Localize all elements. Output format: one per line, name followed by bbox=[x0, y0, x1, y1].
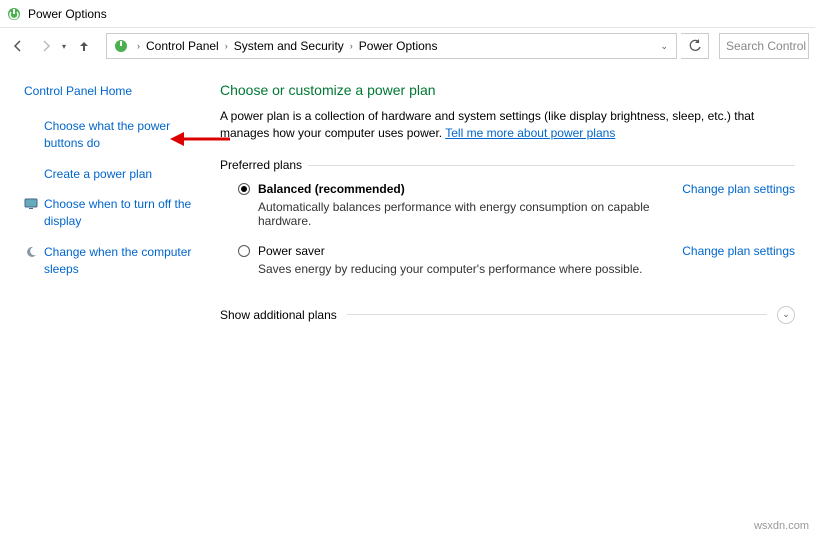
sidebar: Control Panel Home Choose what the power… bbox=[0, 64, 210, 536]
chevron-right-icon[interactable]: › bbox=[133, 41, 144, 51]
sidebar-item-sleep[interactable]: Change when the computer sleeps bbox=[24, 244, 200, 278]
plan-name: Balanced (recommended) bbox=[258, 182, 405, 196]
chevron-right-icon[interactable]: › bbox=[346, 41, 357, 51]
plan-name: Power saver bbox=[258, 244, 325, 258]
breadcrumb-item[interactable]: Power Options bbox=[357, 39, 440, 53]
address-dropdown[interactable]: ⌄ bbox=[654, 41, 674, 52]
sidebar-item-label: Create a power plan bbox=[44, 166, 152, 183]
chevron-down-icon[interactable]: ⌄ bbox=[777, 306, 795, 324]
page-description: A power plan is a collection of hardware… bbox=[220, 108, 795, 142]
main-content: Choose or customize a power plan A power… bbox=[210, 64, 815, 536]
watermark: wsxdn.com bbox=[754, 520, 809, 532]
sidebar-item-label: Choose what the power buttons do bbox=[44, 118, 200, 152]
window-title: Power Options bbox=[28, 7, 107, 21]
control-panel-home-link[interactable]: Control Panel Home bbox=[24, 84, 200, 98]
titlebar: Power Options bbox=[0, 0, 815, 28]
toolbar: ▾ › Control Panel › System and Security … bbox=[0, 28, 815, 64]
show-more-label: Show additional plans bbox=[220, 308, 337, 322]
change-plan-settings-link[interactable]: Change plan settings bbox=[682, 182, 795, 196]
radio-icon bbox=[238, 245, 250, 257]
sidebar-item-power-buttons[interactable]: Choose what the power buttons do bbox=[24, 118, 200, 152]
plan-description: Automatically balances performance with … bbox=[258, 200, 662, 228]
sidebar-item-label: Change when the computer sleeps bbox=[44, 244, 200, 278]
radio-icon bbox=[238, 183, 250, 195]
power-options-icon bbox=[113, 38, 129, 54]
history-dropdown[interactable]: ▾ bbox=[62, 42, 66, 51]
plan-balanced: Balanced (recommended) Automatically bal… bbox=[220, 182, 795, 228]
sidebar-item-label: Choose when to turn off the display bbox=[44, 196, 200, 230]
breadcrumb-item[interactable]: Control Panel bbox=[144, 39, 221, 53]
plan-radio-balanced[interactable]: Balanced (recommended) bbox=[238, 182, 662, 196]
show-additional-plans[interactable]: Show additional plans ⌄ bbox=[220, 306, 795, 324]
chevron-right-icon[interactable]: › bbox=[221, 41, 232, 51]
learn-more-link[interactable]: Tell me more about power plans bbox=[445, 126, 615, 140]
sidebar-item-create-plan[interactable]: Create a power plan bbox=[24, 166, 200, 183]
plan-power-saver: Power saver Saves energy by reducing you… bbox=[220, 244, 795, 276]
plan-description: Saves energy by reducing your computer's… bbox=[258, 262, 662, 276]
monitor-icon bbox=[24, 197, 38, 211]
change-plan-settings-link[interactable]: Change plan settings bbox=[682, 244, 795, 258]
sidebar-item-turn-off-display[interactable]: Choose when to turn off the display bbox=[24, 196, 200, 230]
up-button[interactable] bbox=[72, 34, 96, 58]
search-input[interactable]: Search Control bbox=[719, 33, 809, 59]
address-bar[interactable]: › Control Panel › System and Security › … bbox=[106, 33, 677, 59]
power-options-icon bbox=[6, 6, 22, 22]
preferred-plans-label: Preferred plans bbox=[220, 158, 795, 172]
refresh-button[interactable] bbox=[681, 33, 709, 59]
breadcrumb-item[interactable]: System and Security bbox=[232, 39, 346, 53]
back-button[interactable] bbox=[6, 34, 30, 58]
page-heading: Choose or customize a power plan bbox=[220, 82, 795, 98]
search-placeholder: Search Control bbox=[726, 39, 806, 53]
plan-radio-power-saver[interactable]: Power saver bbox=[238, 244, 662, 258]
moon-icon bbox=[24, 245, 38, 259]
forward-button[interactable] bbox=[34, 34, 58, 58]
